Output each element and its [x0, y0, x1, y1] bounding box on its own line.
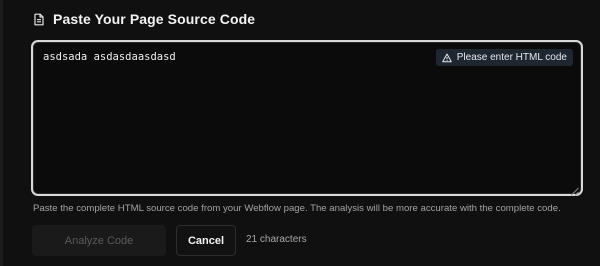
cancel-button[interactable]: Cancel — [176, 225, 236, 256]
analyze-code-button[interactable]: Analyze Code — [32, 225, 166, 256]
document-icon — [33, 13, 45, 26]
character-count: 21 characters — [246, 234, 307, 245]
left-divider — [0, 0, 3, 266]
validation-message: Please enter HTML code — [456, 52, 567, 63]
html-source-textarea[interactable]: asdsada asdasdaasdasd Please enter HTML … — [31, 40, 583, 196]
panel-header: Paste Your Page Source Code — [33, 11, 255, 27]
validation-tooltip: Please enter HTML code — [435, 49, 573, 66]
warning-triangle-icon — [441, 53, 452, 63]
helper-text: Paste the complete HTML source code from… — [33, 203, 561, 214]
resize-handle[interactable] — [570, 183, 579, 196]
page-title: Paste Your Page Source Code — [53, 11, 256, 27]
source-code-panel: Paste Your Page Source Code asdsada asda… — [0, 0, 600, 266]
textarea-value: asdsada asdasdaasdasd — [43, 51, 176, 63]
